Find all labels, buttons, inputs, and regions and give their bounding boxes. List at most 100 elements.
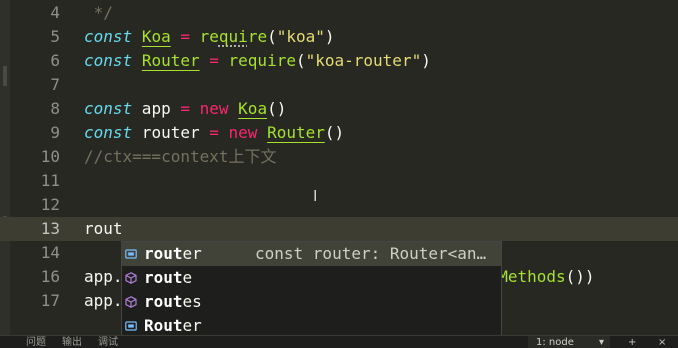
code-text: const router = new Router() (84, 121, 344, 145)
code-token: Methods (498, 267, 566, 286)
add-terminal-icon[interactable]: + (628, 336, 636, 348)
code-line[interactable]: 5 const Koa = require("koa") (0, 25, 678, 49)
line-number: 5 (50, 27, 60, 46)
line-number: 6 (50, 51, 60, 70)
code-token: */ (84, 3, 113, 22)
code-line[interactable]: 12 (0, 193, 678, 217)
code-text: const Koa = require("koa") (84, 25, 335, 49)
tab-output[interactable]: 输出 (62, 336, 82, 348)
code-text: app. (84, 289, 123, 313)
code-text: const app = new Koa() (84, 97, 286, 121)
code-token: re (199, 27, 219, 46)
line-number: 17 (40, 291, 60, 310)
suggest-rest: er (182, 244, 202, 263)
code-token: () (324, 123, 345, 142)
suggest-item[interactable]: route (122, 266, 501, 290)
suggest-match: rout (144, 244, 183, 263)
suggest-item[interactable]: router const router: Router<an… (122, 242, 501, 266)
code-text: */ (84, 1, 113, 25)
code-token: new (228, 123, 258, 142)
suggest-item-label: route (144, 266, 192, 290)
code-token: () (267, 99, 287, 118)
close-panel-icon[interactable]: × (658, 336, 666, 348)
suggest-match: rout (144, 268, 183, 287)
method-icon (125, 272, 137, 284)
line-number: 9 (50, 123, 60, 142)
line-number: 11 (40, 171, 60, 190)
code-token: "koa" (276, 27, 325, 46)
chevron-down-icon: ▾ (598, 337, 604, 348)
code-token: = (180, 99, 190, 118)
code-token: ()) (565, 267, 595, 286)
code-token: const (84, 99, 133, 118)
code-token: = (209, 51, 219, 70)
code-line[interactable]: 8 const app = new Koa() (0, 97, 678, 121)
code-token: new (199, 99, 229, 118)
code-line[interactable]: 10 //ctx===context上下文 (0, 145, 678, 169)
code-token: re (247, 27, 268, 46)
line-number: 4 (50, 3, 60, 22)
code-line[interactable]: 9 const router = new Router() (0, 121, 678, 145)
suggest-match: rout (144, 292, 183, 311)
code-line[interactable]: 11 (0, 169, 678, 193)
code-text: rout (84, 217, 123, 241)
code-token: app. (84, 267, 123, 286)
line-number: 12 (40, 195, 60, 214)
code-token: ( (295, 51, 306, 70)
code-line[interactable]: 13 rout (0, 217, 678, 241)
code-token: qui (218, 27, 248, 46)
code-token: "koa-router" (305, 51, 422, 70)
code-text: //ctx===context上下文 (84, 145, 277, 169)
code-token: Koa (141, 27, 171, 46)
code-token: rout (84, 219, 123, 238)
code-token: ) (324, 27, 335, 46)
suggest-widget[interactable]: router const router: Router<an… route route… (121, 241, 502, 348)
code-line[interactable]: 6 const Router = require("koa-router") (0, 49, 678, 73)
line-number: 10 (40, 147, 60, 166)
code-line[interactable]: 4 */ (0, 1, 678, 25)
code-token: const (84, 27, 133, 46)
code-token: require (228, 51, 296, 70)
variable-icon (125, 321, 137, 331)
suggest-rest: e (182, 268, 193, 287)
panel-tab-bar: 问题 输出 调试 1: node ▾ + × (0, 335, 678, 348)
code-token: app. (84, 291, 123, 310)
line-number: 13 (40, 219, 60, 238)
tab-debug[interactable]: 调试 (98, 336, 118, 348)
line-number: 16 (40, 267, 60, 286)
code-token: //ctx===context上下文 (84, 147, 277, 166)
suggest-item-label: routes (144, 290, 202, 314)
method-icon (125, 296, 137, 308)
code-editor[interactable]: 4 */5 const Koa = require("koa") 6 const Ro… (0, 0, 678, 348)
suggest-item-label: router (144, 242, 202, 266)
suggest-rest: er (182, 316, 202, 335)
code-token: Router (267, 123, 325, 142)
code-token: Router (141, 51, 200, 70)
suggest-item[interactable]: routes (122, 290, 501, 314)
line-number: 7 (50, 75, 60, 94)
code-token: app (132, 99, 181, 118)
code-text: const Router = require("koa-router") (84, 49, 431, 73)
line-number: 14 (40, 243, 60, 262)
code-token: const (84, 123, 133, 142)
tab-problems[interactable]: 问题 (26, 336, 46, 348)
text-cursor-icon: I (313, 187, 318, 205)
code-token: Koa (238, 99, 268, 118)
variable-icon (125, 249, 137, 259)
code-token: = (209, 123, 219, 142)
code-line[interactable]: 7 (0, 73, 678, 97)
terminal-select[interactable]: 1: node ▾ (528, 336, 610, 348)
line-number: 8 (50, 99, 60, 118)
suggest-item-detail: const router: Router<an… (255, 244, 487, 263)
suggest-rest: es (182, 292, 202, 311)
